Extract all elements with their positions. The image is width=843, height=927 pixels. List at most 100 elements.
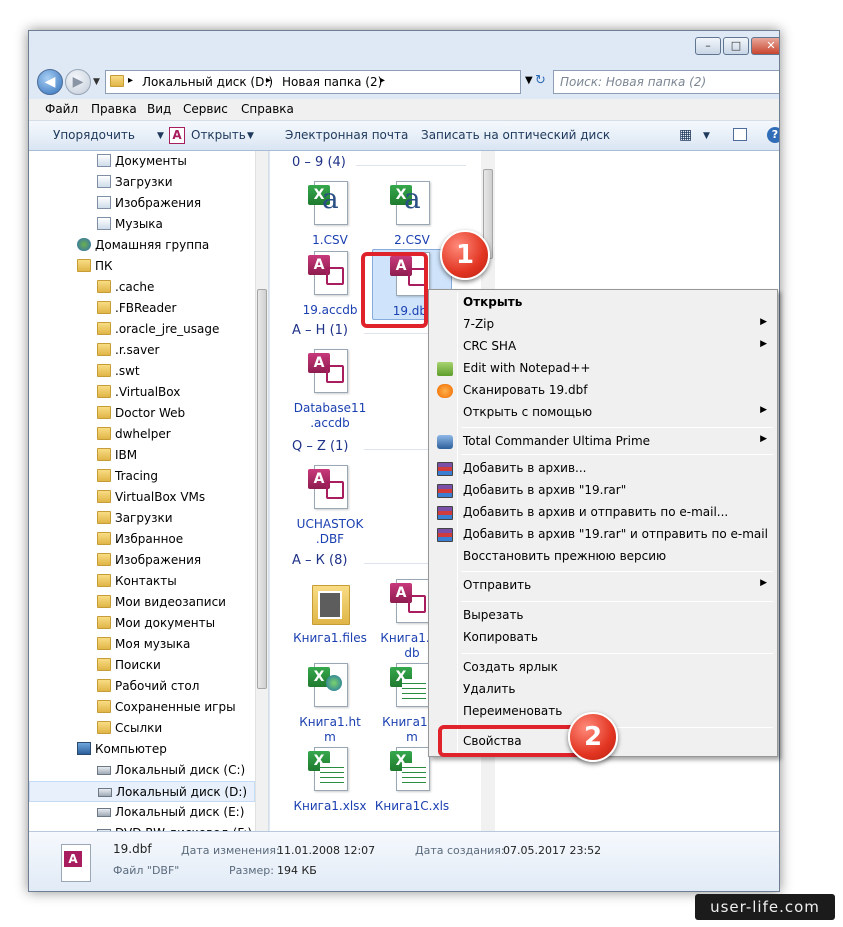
context-menu-item[interactable]: 7-Zip ▶ — [431, 314, 775, 336]
nav-item[interactable]: Компьютер — [29, 739, 255, 760]
nav-item[interactable]: Локальный диск (D:) — [29, 781, 255, 802]
context-menu-item[interactable]: Добавить в архив... — [431, 458, 775, 480]
menu-separator — [461, 601, 773, 602]
file-item[interactable]: X Книга1.xlsx — [290, 745, 370, 814]
menu-tools[interactable]: Сервис — [183, 102, 228, 116]
context-menu-item[interactable]: Добавить в архив "19.rar" и отправить по… — [431, 524, 775, 546]
music-icon — [97, 217, 111, 230]
nav-item[interactable]: DVD RW дисковод (F:) — [29, 823, 255, 831]
nav-item[interactable]: Изображения — [29, 193, 255, 214]
nav-item[interactable]: Моя музыка — [29, 634, 255, 655]
folder-icon — [97, 322, 111, 335]
nav-item[interactable]: .VirtualBox — [29, 382, 255, 403]
nav-item[interactable]: .r.saver — [29, 340, 255, 361]
view-dropdown-icon[interactable]: ▼ — [703, 131, 710, 141]
address-bar[interactable]: ▸ Локальный диск (D:) ▸ Новая папка (2) … — [105, 70, 521, 94]
nav-item[interactable]: Музыка — [29, 214, 255, 235]
nav-item[interactable]: Локальный диск (C:) — [29, 760, 255, 781]
search-input[interactable]: Поиск: Новая папка (2) — [553, 70, 779, 94]
minimize-button[interactable]: – — [695, 37, 721, 55]
context-menu-item[interactable]: Total Commander Ultima Prime ▶ — [431, 431, 775, 453]
organize-dropdown-icon[interactable]: ▼ — [157, 131, 164, 141]
nav-item-label: ПК — [95, 259, 113, 273]
file-item[interactable]: A 19.accdb — [290, 249, 370, 318]
menu-edit[interactable]: Правка — [91, 102, 137, 116]
nav-scroll-thumb[interactable] — [257, 289, 267, 689]
context-menu-item[interactable]: Открыть — [431, 292, 775, 314]
nav-item[interactable]: Doctor Web — [29, 403, 255, 424]
open-dropdown-icon[interactable]: ▼ — [247, 131, 254, 141]
nav-item[interactable]: Контакты — [29, 571, 255, 592]
context-menu-item[interactable]: Вырезать — [431, 605, 775, 627]
menu-help[interactable]: Справка — [241, 102, 294, 116]
open-button[interactable]: Открыть — [191, 128, 246, 142]
file-item[interactable]: Книга1.files — [290, 577, 370, 646]
group-header[interactable]: A – H (1) — [292, 323, 348, 338]
nav-item[interactable]: VirtualBox VMs — [29, 487, 255, 508]
nav-item[interactable]: Локальный диск (E:) — [29, 802, 255, 823]
context-menu-item[interactable]: Открыть с помощью ▶ — [431, 402, 775, 424]
nav-item[interactable]: Загрузки — [29, 508, 255, 529]
history-dropdown-icon[interactable]: ▼ — [93, 77, 100, 87]
nav-item[interactable]: .swt — [29, 361, 255, 382]
context-menu-item[interactable]: Добавить в архив и отправить по e-mail..… — [431, 502, 775, 524]
group-header[interactable]: 0 – 9 (4) — [292, 155, 346, 170]
help-icon[interactable]: ? — [767, 127, 779, 143]
nav-item[interactable]: Поиски — [29, 655, 255, 676]
back-button[interactable]: ◀ — [37, 69, 63, 95]
nav-item[interactable]: Мои документы — [29, 613, 255, 634]
context-menu-item[interactable]: Edit with Notepad++ — [431, 358, 775, 380]
breadcrumb-drive[interactable]: Локальный диск (D:) — [142, 75, 273, 89]
file-item[interactable]: A UCHASTOK .DBF — [290, 463, 370, 547]
file-item[interactable]: X Книга1.ht m — [290, 661, 370, 745]
nav-item[interactable]: Рабочий стол — [29, 676, 255, 697]
nav-item[interactable]: ПК — [29, 256, 255, 277]
context-menu-item[interactable]: Удалить — [431, 679, 775, 701]
file-item[interactable]: Xa 1.CSV — [290, 179, 370, 248]
forward-button[interactable]: ▶ — [65, 69, 91, 95]
maximize-button[interactable]: □ — [723, 37, 749, 55]
nav-item[interactable]: .cache — [29, 277, 255, 298]
context-menu-item[interactable]: Отправить ▶ — [431, 575, 775, 597]
close-button[interactable]: ✕ — [751, 37, 779, 55]
burn-button[interactable]: Записать на оптический диск — [421, 128, 610, 142]
email-button[interactable]: Электронная почта — [285, 128, 408, 142]
nav-item[interactable]: Документы — [29, 151, 255, 172]
context-menu-label: Открыть — [463, 295, 523, 309]
context-menu-item[interactable]: Сканировать 19.dbf — [431, 380, 775, 402]
nav-item[interactable]: Загрузки — [29, 172, 255, 193]
address-dropdown-icon[interactable]: ▼ — [525, 75, 533, 86]
nav-item[interactable]: .oracle_jre_usage — [29, 319, 255, 340]
nav-item[interactable]: .FBReader — [29, 298, 255, 319]
context-menu-item[interactable]: Копировать — [431, 627, 775, 649]
view-icon[interactable]: ▦ — [679, 127, 692, 143]
nav-item[interactable]: dwhelper — [29, 424, 255, 445]
nav-item[interactable]: IBM — [29, 445, 255, 466]
access-file-icon: A — [306, 249, 354, 301]
context-menu-item[interactable]: Создать ярлык — [431, 657, 775, 679]
menu-file[interactable]: Файл — [45, 102, 78, 116]
nav-item[interactable]: Мои видеозаписи — [29, 592, 255, 613]
nav-item[interactable]: Изображения — [29, 550, 255, 571]
context-menu-label: Восстановить прежнюю версию — [463, 549, 667, 563]
organize-button[interactable]: Упорядочить — [53, 128, 135, 142]
group-header[interactable]: А – К (8) — [292, 553, 347, 568]
menu-view[interactable]: Вид — [147, 102, 171, 116]
nav-item[interactable]: Tracing — [29, 466, 255, 487]
context-menu-item[interactable]: CRC SHA ▶ — [431, 336, 775, 358]
context-menu-item[interactable]: Восстановить прежнюю версию — [431, 546, 775, 568]
refresh-icon[interactable]: ↻ — [535, 73, 546, 88]
nav-item-label: Документы — [115, 154, 187, 168]
nav-item-label: Домашняя группа — [95, 238, 210, 252]
file-item[interactable]: A Database11 .accdb — [290, 347, 370, 431]
preview-pane-icon[interactable] — [733, 128, 747, 141]
nav-item[interactable]: Домашняя группа — [29, 235, 255, 256]
nav-item[interactable]: Избранное — [29, 529, 255, 550]
nav-item[interactable]: Сохраненные игры — [29, 697, 255, 718]
context-menu-item[interactable]: Добавить в архив "19.rar" — [431, 480, 775, 502]
drive-icon — [97, 766, 111, 775]
file-item[interactable]: Xa 2.CSV — [372, 179, 452, 248]
nav-item[interactable]: Ссылки — [29, 718, 255, 739]
group-header[interactable]: Q – Z (1) — [292, 439, 348, 454]
breadcrumb-folder[interactable]: Новая папка (2) — [282, 75, 382, 89]
